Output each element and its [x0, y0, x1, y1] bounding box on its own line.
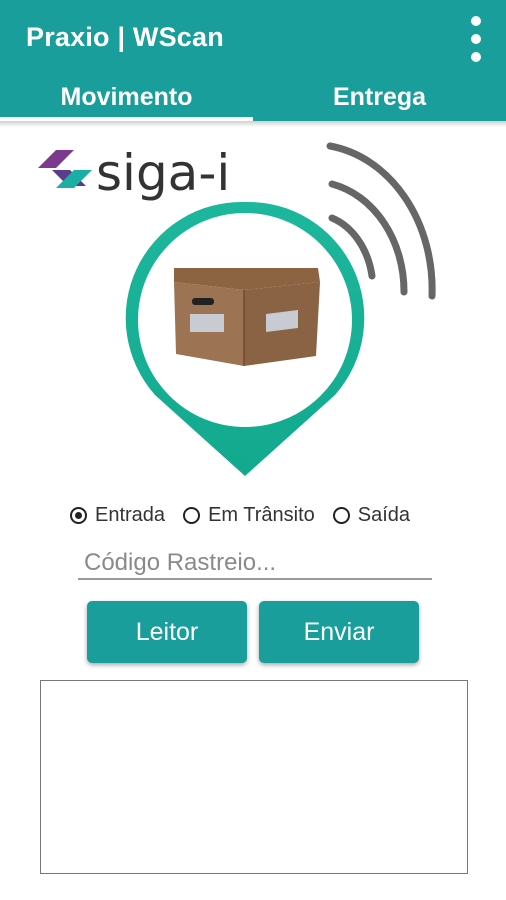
radio-saida[interactable]: Saída	[332, 503, 411, 527]
tracking-code-input[interactable]	[78, 548, 432, 580]
send-button[interactable]: Enviar	[259, 601, 419, 663]
radio-label-entrada: Entrada	[95, 503, 166, 526]
movement-type-group: Entrada Em Trânsito Saída	[70, 500, 428, 530]
radio-unchecked-icon	[183, 506, 201, 524]
package-tracking-illustration	[125, 142, 436, 476]
results-list[interactable]	[40, 680, 468, 874]
app-title: Praxio | WScan	[26, 22, 224, 52]
app-bar: Praxio | WScan Movimento Entrega	[0, 0, 506, 121]
cardboard-box-icon	[174, 268, 320, 366]
tab-movimento[interactable]: Movimento	[0, 74, 253, 121]
radio-label-saida: Saída	[357, 503, 411, 526]
more-vert-icon[interactable]	[464, 16, 488, 62]
radio-entrada[interactable]: Entrada	[70, 504, 165, 527]
appbar-shadow	[0, 121, 506, 127]
reader-button[interactable]: Leitor	[87, 601, 247, 663]
tab-entrega[interactable]: Entrega	[253, 74, 506, 121]
radio-unchecked-icon	[332, 506, 350, 524]
tab-bar: Movimento Entrega	[0, 74, 506, 121]
radio-label-em-transito: Em Trânsito	[208, 503, 315, 526]
siga-logo-icon	[38, 150, 92, 188]
radio-em-transito[interactable]: Em Trânsito	[183, 504, 315, 527]
radio-checked-icon	[70, 506, 87, 524]
